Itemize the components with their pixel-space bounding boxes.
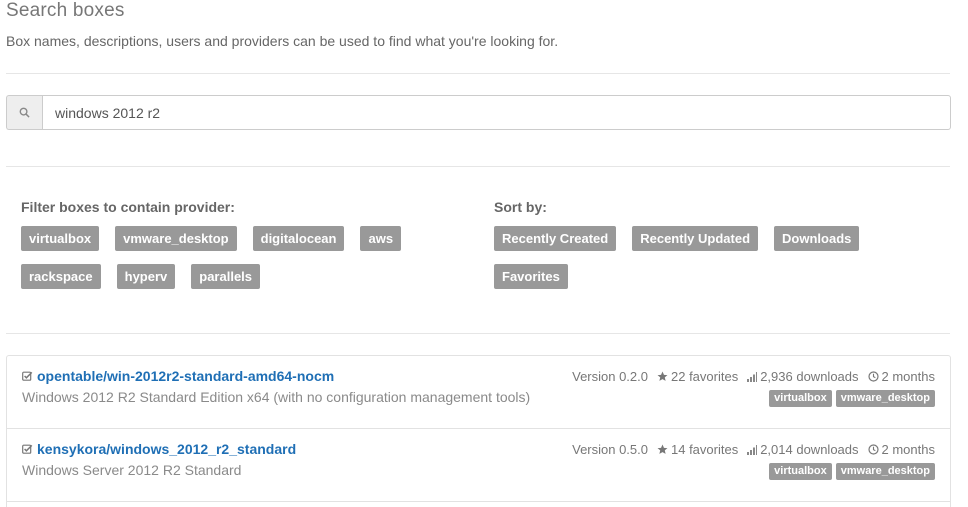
box-meta: Version 0.5.0 14 favorites 2,014 downloa… (572, 442, 935, 457)
search-icon (6, 95, 42, 130)
downloads-text: 2,936 downloads (760, 369, 859, 384)
downloads-text: 2,014 downloads (760, 442, 859, 457)
provider-tag-rackspace[interactable]: rackspace (21, 264, 101, 289)
provider-badge-vmware-desktop: vmware_desktop (835, 390, 935, 407)
box-version: Version 0.2.0 (572, 369, 648, 384)
provider-tag-parallels[interactable]: parallels (191, 264, 261, 289)
provider-tag-hyperv[interactable]: hyperv (116, 264, 176, 289)
provider-tag-virtualbox[interactable]: virtualbox (21, 226, 100, 251)
page-title: Search boxes (6, 0, 125, 21)
sort-tags-row-2: Favorites (494, 264, 568, 289)
provider-badge-virtualbox: virtualbox (769, 463, 832, 480)
provider-tag-digitalocean[interactable]: digitalocean (252, 226, 345, 251)
box-link[interactable]: opentable/win-2012r2-standard-amd64-nocm (37, 368, 334, 384)
sort-recently-updated[interactable]: Recently Updated (632, 226, 759, 251)
sort-favorites[interactable]: Favorites (494, 264, 568, 289)
sort-heading: Sort by: (494, 199, 547, 215)
clock-icon (867, 371, 879, 382)
provider-filter-heading: Filter boxes to contain provider: (21, 199, 235, 215)
star-icon (657, 444, 668, 455)
list-item: kensykora/windows_2012_r2_standard Windo… (7, 429, 950, 502)
favorites-count: 14 favorites (657, 442, 738, 457)
box-description: Windows 2012 R2 Standard Edition x64 (wi… (22, 389, 531, 405)
box-description: Windows Server 2012 R2 Standard (22, 462, 242, 478)
divider (6, 73, 950, 74)
favorites-text: 14 favorites (671, 442, 739, 457)
sort-recently-created[interactable]: Recently Created (494, 226, 617, 251)
result-title: kensykora/windows_2012_r2_standard (22, 441, 296, 457)
age-text: 2 months (881, 369, 935, 384)
provider-badge-virtualbox: virtualbox (769, 390, 832, 407)
provider-tag-aws[interactable]: aws (360, 226, 402, 251)
box-meta: Version 0.2.0 22 favorites 2,936 downloa… (572, 369, 935, 384)
search-input[interactable] (42, 95, 951, 130)
result-title: opentable/win-2012r2-standard-amd64-nocm (22, 368, 334, 384)
box-age: 2 months (867, 369, 935, 384)
bar-chart-icon (747, 444, 758, 455)
favorites-text: 22 favorites (671, 369, 739, 384)
box-link[interactable]: kensykora/windows_2012_r2_standard (37, 441, 296, 457)
provider-tags-row-2: rackspace hyperv parallels (21, 264, 261, 289)
clock-icon (867, 444, 879, 455)
box-age: 2 months (867, 442, 935, 457)
page-subtitle: Box names, descriptions, users and provi… (6, 33, 559, 49)
age-text: 2 months (881, 442, 935, 457)
sort-tags-row-1: Recently Created Recently Updated Downlo… (494, 226, 860, 251)
results-list: opentable/win-2012r2-standard-amd64-nocm… (6, 355, 951, 507)
box-providers: virtualbox vmware_desktop (769, 463, 935, 480)
provider-badge-vmware-desktop: vmware_desktop (835, 463, 935, 480)
provider-tag-vmware-desktop[interactable]: vmware_desktop (115, 226, 237, 251)
search-group (6, 95, 951, 130)
box-version: Version 0.5.0 (572, 442, 648, 457)
box-providers: virtualbox vmware_desktop (769, 390, 935, 407)
list-item: opentable/win-2012r2-standard-amd64-nocm… (7, 356, 950, 429)
bar-chart-icon (747, 371, 758, 382)
sort-downloads[interactable]: Downloads (774, 226, 860, 251)
divider (6, 166, 950, 167)
check-square-icon (22, 444, 33, 455)
downloads-count: 2,014 downloads (747, 442, 859, 457)
downloads-count: 2,936 downloads (747, 369, 859, 384)
provider-tags-row-1: virtualbox vmware_desktop digitalocean a… (21, 226, 402, 251)
star-icon (657, 371, 668, 382)
check-square-icon (22, 371, 33, 382)
favorites-count: 22 favorites (657, 369, 738, 384)
divider (6, 333, 950, 334)
